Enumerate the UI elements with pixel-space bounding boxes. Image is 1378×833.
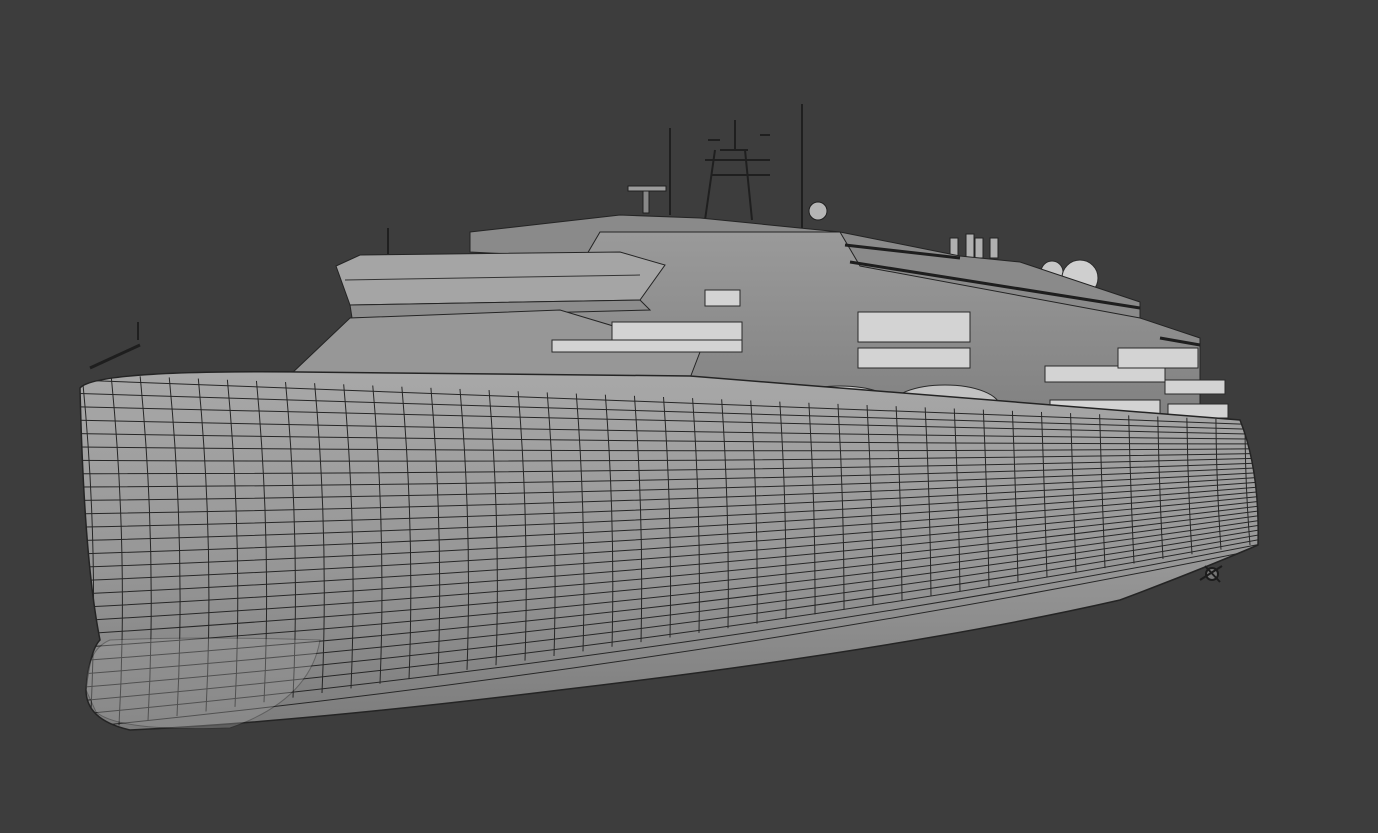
funnels: [949, 233, 999, 259]
3d-viewport[interactable]: [0, 0, 1378, 833]
ship-model: [79, 104, 1259, 731]
